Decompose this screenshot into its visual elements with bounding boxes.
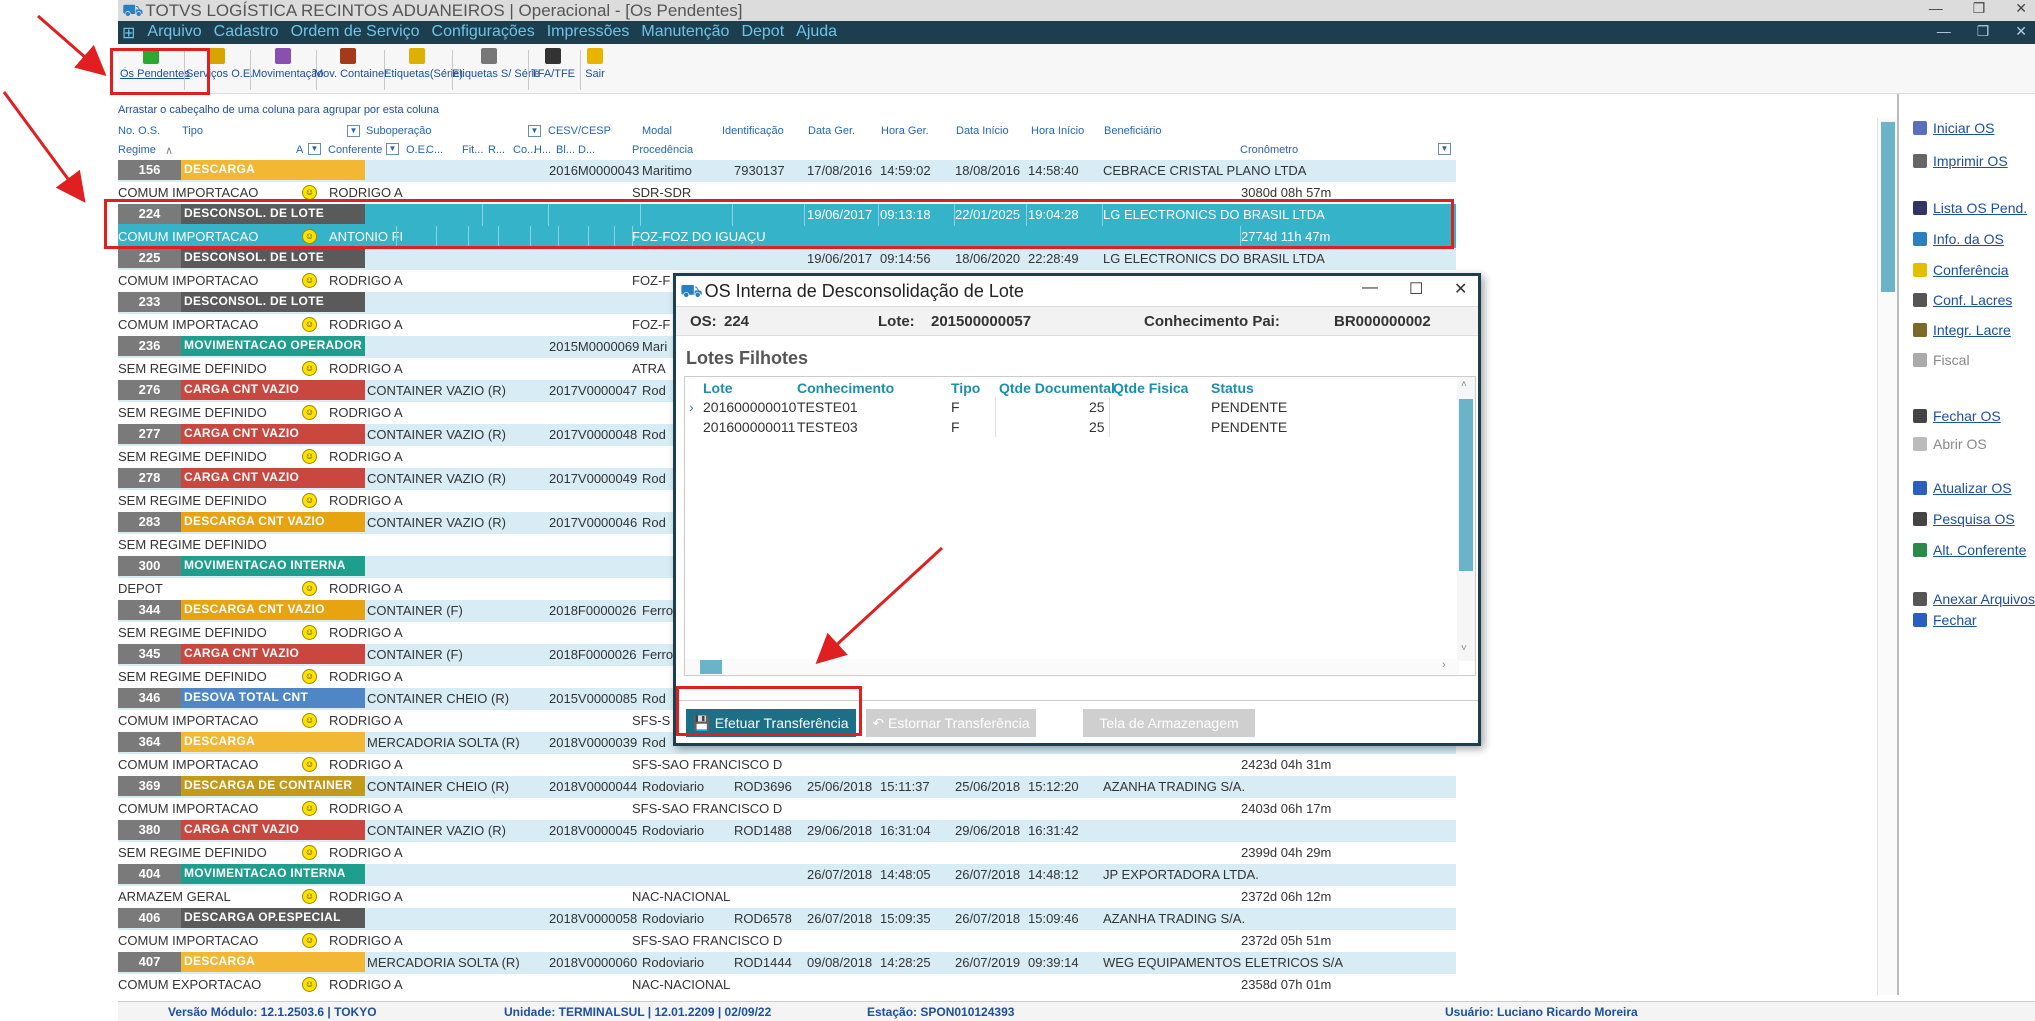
arrow-to-efetuar [815, 546, 944, 665]
annotation-arrows [2, 14, 944, 665]
arrow-to-selected-row [2, 91, 86, 203]
arrow-to-os-pendentes [37, 14, 107, 76]
